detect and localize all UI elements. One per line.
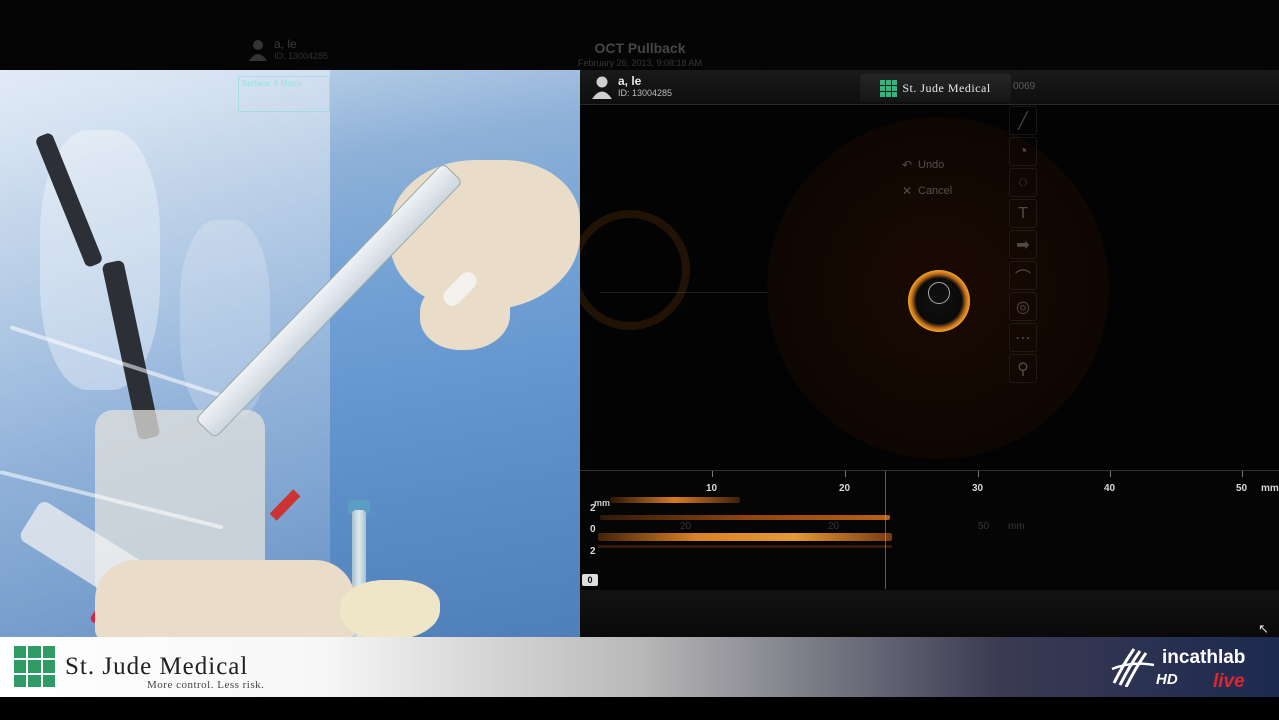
vessel-wall-outer (598, 545, 892, 548)
ruler-tool-button[interactable]: ⌒ (1009, 261, 1037, 290)
sjm-logo-icon (880, 79, 898, 97)
x-tick-label: 40 (1104, 483, 1116, 494)
cancel-label: Cancel (918, 185, 953, 197)
x-tick-label: 50 (1236, 483, 1248, 494)
x-tick (1110, 471, 1111, 477)
text-tool-button[interactable]: T (1009, 199, 1037, 228)
x-tick (712, 471, 713, 477)
ruler-icon: ⌒ (1014, 269, 1031, 287)
pen-tool-button[interactable]: ╱ (1009, 106, 1037, 135)
patient-name: a, le (618, 74, 642, 88)
longitudinal-view[interactable]: 10 20 30 40 50 mm mm 2 0 2 20 20 50 mm 0 (580, 470, 1279, 589)
ghost-number: 50 (978, 521, 990, 532)
arrow-icon: ➡ (1016, 236, 1030, 254)
oct-bottom-bar (580, 590, 1279, 637)
sjm-tagline: More control. Less risk. (147, 679, 265, 691)
incathlab-hd: HD (1156, 671, 1178, 688)
area-icon: ◌ (1018, 173, 1028, 191)
user-icon (249, 40, 267, 61)
sjm-logo-mark (14, 646, 55, 687)
y-tick-label: 2 (590, 546, 596, 557)
x-tick-label: 30 (972, 483, 984, 494)
sjm-header-tab[interactable]: St. Jude Medical (860, 74, 1011, 102)
incathlab-logo: incathlab HD live (1110, 643, 1270, 693)
text-icon: T (1018, 204, 1028, 222)
ghost-number: 20 (680, 521, 692, 532)
broadcast-branding-bar: St. Jude Medical More control. Less risk… (0, 637, 1279, 697)
y-tick-label: 0 (590, 524, 596, 535)
undo-label: Undo (918, 159, 945, 171)
vessel-wall-upper (610, 497, 740, 503)
patient-info: a, le ID: 13004285 (592, 75, 672, 99)
ghost-user-info: a, le ID: 13004285 (248, 38, 328, 62)
view-icon: ◎ (1016, 298, 1030, 316)
measure-tool-button[interactable]: ⋯ (1009, 323, 1037, 352)
glove-wrist (340, 580, 440, 637)
y-tick-label: 2 (590, 503, 596, 514)
background-header: a, le ID: 13004285 OCT Pullback February… (0, 0, 1279, 70)
zoom-icon: ⚲ (1017, 360, 1029, 378)
x-tick-label: 10 (706, 483, 718, 494)
patient-icon (592, 76, 612, 99)
vessel-wall-lower (598, 533, 892, 541)
area-tool-button[interactable]: ◌ (1009, 168, 1037, 197)
procedure-camera-view: Surface: 8 Matrix (0, 70, 580, 637)
edit-menu: ↶ Undo ✕ Cancel (896, 152, 996, 210)
x-axis-unit: mm (1261, 483, 1279, 494)
glove-left-hand (95, 560, 355, 637)
ghost-user-name: a, le (274, 37, 297, 51)
pen-icon: ╱ (1018, 112, 1028, 130)
x-tick (978, 471, 979, 477)
annotation-toolbar: ╱ ◔ ◌ T ➡ ⌒ ◎ ⋯ ⚲ (1009, 106, 1039, 396)
incathlab-live: live (1213, 671, 1245, 692)
incathlab-word: incathlab (1162, 647, 1246, 668)
ghost-cross-section (580, 210, 690, 330)
cancel-icon: ✕ (901, 184, 913, 198)
x-tick-label: 20 (839, 483, 851, 494)
header-code: 0069 (1013, 81, 1036, 92)
vessel-wall-mid (600, 515, 890, 520)
circle-measure-icon: ◔ (1018, 142, 1028, 160)
cancel-menu-item[interactable]: ✕ Cancel (896, 178, 996, 204)
ghost-user-id: ID: 13004285 (274, 51, 329, 61)
frame-cursor[interactable] (885, 471, 886, 589)
imaging-catheter-marker (928, 282, 950, 304)
sjm-brand-label: St. Jude Medical (902, 80, 991, 95)
ghost-date: February 26, 2013, 9:08:18 AM (577, 58, 703, 68)
measure-icon: ⋯ (1015, 329, 1031, 347)
x-tick (845, 471, 846, 477)
undo-icon: ↶ (901, 158, 913, 172)
sjm-logo: St. Jude Medical More control. Less risk… (14, 646, 264, 691)
ghost-number: 20 (828, 521, 840, 532)
zoom-tool-button[interactable]: ⚲ (1009, 354, 1037, 383)
undo-menu-item[interactable]: ↶ Undo (896, 152, 996, 178)
oct-header-bar: a, le ID: 13004285 St. Jude Medical 0069 (580, 70, 1279, 105)
mouse-pointer-icon: ↖ (1258, 621, 1269, 636)
ghost-title: OCT Pullback (594, 40, 686, 56)
patient-id: ID: 13004285 (618, 88, 673, 98)
arrow-tool-button[interactable]: ➡ (1009, 230, 1037, 259)
circle-measure-button[interactable]: ◔ (1009, 137, 1037, 166)
ghost-title-block: OCT Pullback February 26, 2013, 9:08:18 … (560, 40, 720, 68)
incathlab-wave-icon (1111, 648, 1155, 687)
letterbox-bottom (0, 697, 1279, 720)
zero-marker: 0 (582, 574, 598, 586)
sjm-name: St. Jude Medical (65, 652, 249, 680)
view-tool-button[interactable]: ◎ (1009, 292, 1037, 321)
x-tick (1242, 471, 1243, 477)
y-axis-unit: mm (594, 498, 611, 508)
ghost-number: mm (1008, 521, 1025, 532)
camera-overlay-label: Surface: 8 Matrix (238, 76, 330, 112)
oct-imaging-screen: a, le ID: 13004285 St. Jude Medical 0069… (580, 70, 1279, 637)
